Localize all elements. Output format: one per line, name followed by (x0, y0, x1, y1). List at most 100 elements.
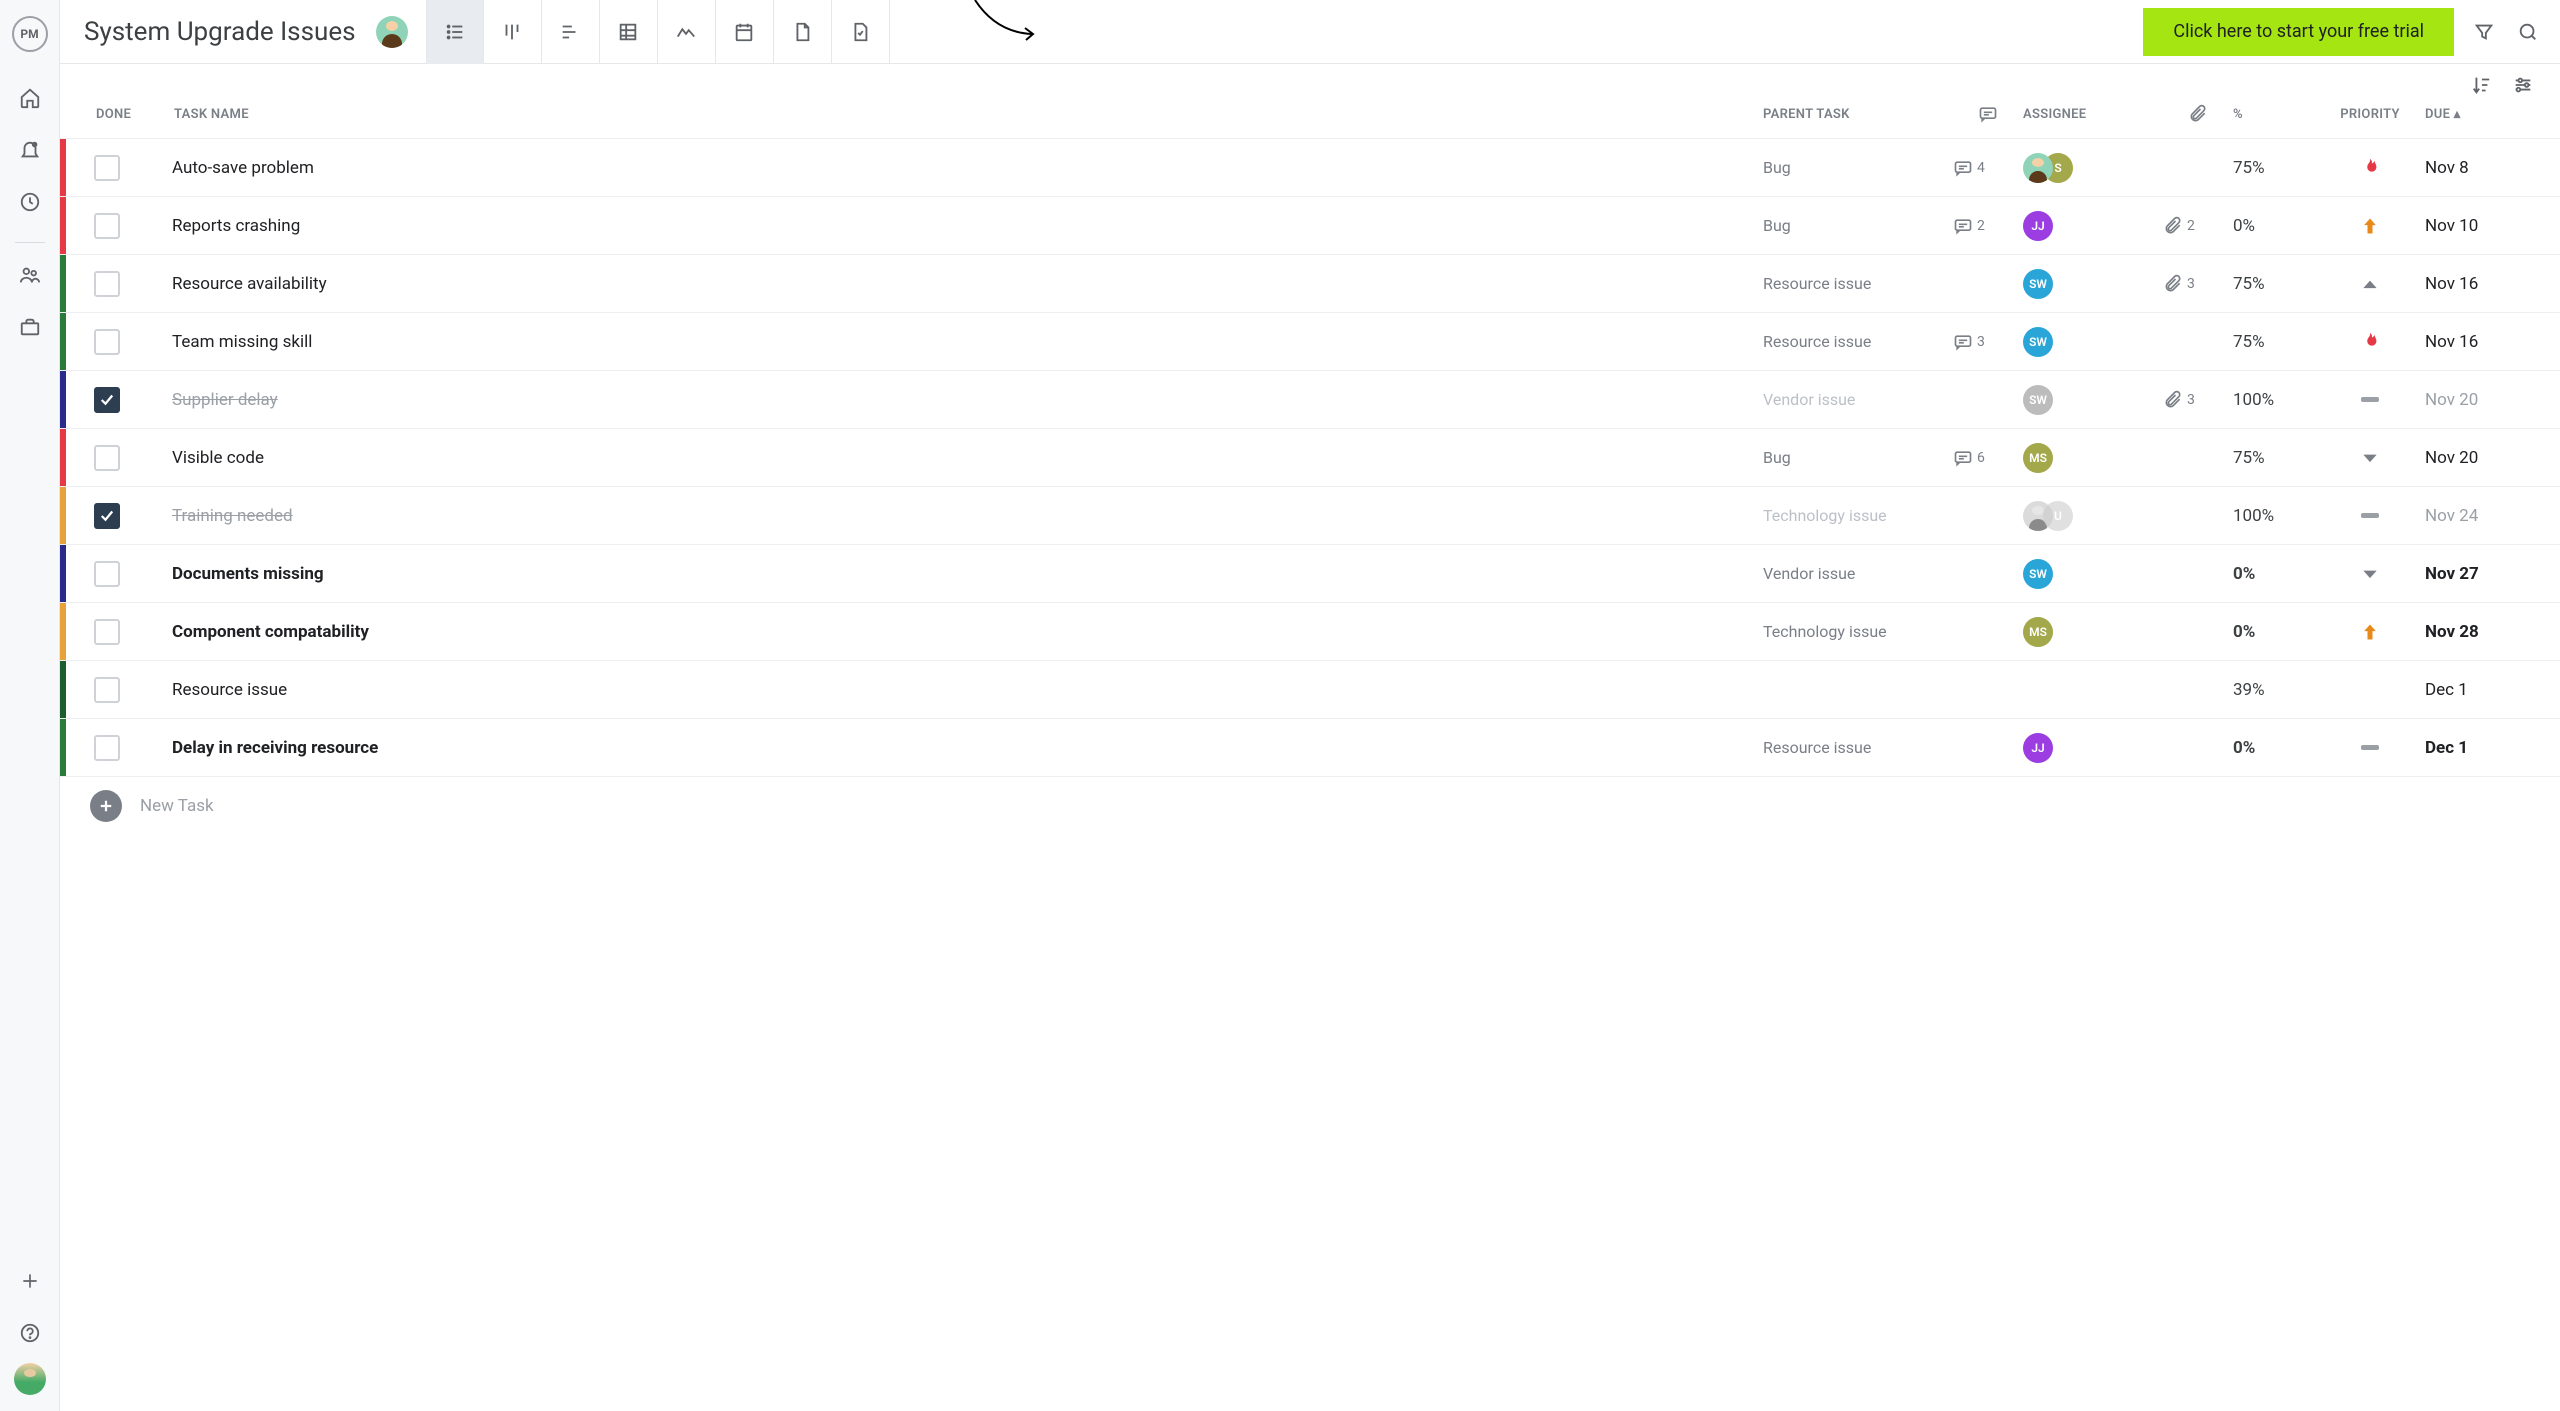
priority-cell[interactable] (2315, 448, 2425, 468)
done-checkbox[interactable] (94, 619, 120, 645)
done-checkbox[interactable] (94, 213, 120, 239)
table-row[interactable]: Visible codeBug6MS75%Nov 20 (60, 429, 2560, 487)
attachments-cell[interactable]: 2 (2163, 216, 2233, 236)
done-checkbox[interactable] (94, 329, 120, 355)
due-cell[interactable]: Nov 24 (2425, 506, 2560, 526)
view-tab-gantt[interactable] (542, 0, 600, 64)
due-cell[interactable]: Nov 27 (2425, 564, 2560, 584)
task-name[interactable]: Component compatability (152, 622, 1763, 642)
avatar[interactable]: JJ (2023, 733, 2053, 763)
task-name[interactable]: Auto-save problem (152, 158, 1763, 178)
sort-icon[interactable] (2466, 70, 2496, 100)
task-name[interactable]: Delay in receiving resource (152, 738, 1763, 758)
percent-cell[interactable]: 0% (2233, 622, 2315, 642)
percent-cell[interactable]: 75% (2233, 158, 2315, 178)
col-header-priority[interactable]: PRIORITY (2315, 107, 2425, 122)
attachments-cell[interactable]: 3 (2163, 274, 2233, 294)
parent-task[interactable]: Bug (1763, 216, 1953, 235)
project-owner-avatar[interactable] (376, 16, 408, 48)
col-header-name[interactable]: TASK NAME (154, 107, 1763, 122)
done-checkbox[interactable] (94, 387, 120, 413)
view-tab-sheet[interactable] (600, 0, 658, 64)
table-row[interactable]: Documents missingVendor issueSW0%Nov 27 (60, 545, 2560, 603)
percent-cell[interactable]: 39% (2233, 680, 2315, 700)
done-checkbox[interactable] (94, 155, 120, 181)
assignee-cell[interactable]: SW (2023, 327, 2163, 357)
priority-cell[interactable] (2315, 216, 2425, 236)
recent-icon[interactable] (8, 180, 52, 224)
percent-cell[interactable]: 75% (2233, 332, 2315, 352)
parent-task[interactable]: Bug (1763, 448, 1953, 467)
avatar[interactable]: SW (2023, 269, 2053, 299)
view-tab-calendar[interactable] (716, 0, 774, 64)
percent-cell[interactable]: 75% (2233, 274, 2315, 294)
percent-cell[interactable]: 0% (2233, 564, 2315, 584)
priority-cell[interactable] (2315, 622, 2425, 642)
parent-task[interactable]: Technology issue (1763, 506, 1953, 525)
view-tab-board[interactable] (484, 0, 542, 64)
priority-cell[interactable] (2315, 745, 2425, 750)
parent-task[interactable]: Vendor issue (1763, 390, 1953, 409)
comments-cell[interactable]: 2 (1953, 216, 2023, 236)
parent-task[interactable]: Resource issue (1763, 738, 1953, 757)
table-row[interactable]: Resource availabilityResource issue SW 375… (60, 255, 2560, 313)
avatar[interactable]: U (2043, 501, 2073, 531)
help-icon[interactable] (8, 1311, 52, 1355)
assignee-cell[interactable]: JJ (2023, 211, 2163, 241)
due-cell[interactable]: Nov 16 (2425, 332, 2560, 352)
avatar[interactable] (2023, 153, 2053, 183)
search-icon[interactable] (2506, 10, 2550, 54)
due-cell[interactable]: Nov 10 (2425, 216, 2560, 236)
parent-task[interactable]: Vendor issue (1763, 564, 1953, 583)
avatar[interactable]: SW (2023, 559, 2053, 589)
task-name[interactable]: Resource issue (152, 680, 1763, 700)
due-cell[interactable]: Dec 1 (2425, 738, 2560, 758)
settings-sliders-icon[interactable] (2508, 70, 2538, 100)
parent-task[interactable]: Resource issue (1763, 274, 1953, 293)
priority-cell[interactable] (2315, 331, 2425, 353)
table-row[interactable]: Delay in receiving resourceResource issu… (60, 719, 2560, 777)
view-tab-reports[interactable] (832, 0, 890, 64)
table-row[interactable]: Auto-save problemBug4S75%Nov 8 (60, 139, 2560, 197)
parent-task[interactable]: Resource issue (1763, 332, 1953, 351)
table-row[interactable]: Resource issue39%Dec 1 (60, 661, 2560, 719)
view-tab-list[interactable] (426, 0, 484, 64)
percent-cell[interactable]: 0% (2233, 216, 2315, 236)
priority-cell[interactable] (2315, 513, 2425, 518)
task-name[interactable]: Resource availability (152, 274, 1763, 294)
table-row[interactable]: Component compatabilityTechnology issueM… (60, 603, 2560, 661)
percent-cell[interactable]: 100% (2233, 506, 2315, 526)
comments-cell[interactable]: 4 (1953, 158, 2023, 178)
table-row[interactable]: Training neededTechnology issue U 100% Nov … (60, 487, 2560, 545)
task-name[interactable]: Visible code (152, 448, 1763, 468)
portfolio-icon[interactable] (8, 305, 52, 349)
due-cell[interactable]: Nov 16 (2425, 274, 2560, 294)
comments-cell[interactable]: 6 (1953, 448, 2023, 468)
view-tab-files[interactable] (774, 0, 832, 64)
col-header-attachments[interactable] (2163, 104, 2233, 124)
attachments-cell[interactable]: 3 (2163, 390, 2233, 410)
assignee-cell[interactable]: U (2023, 501, 2163, 531)
done-checkbox[interactable] (94, 271, 120, 297)
table-row[interactable]: Supplier delayVendor issueSW3100%Nov 20 (60, 371, 2560, 429)
due-cell[interactable]: Nov 8 (2425, 158, 2560, 178)
table-row[interactable]: Reports crashingBug2JJ20%Nov 10 (60, 197, 2560, 255)
avatar[interactable]: MS (2023, 443, 2053, 473)
priority-cell[interactable] (2315, 397, 2425, 402)
task-name[interactable]: Training needed (152, 506, 1763, 526)
app-logo[interactable]: PM (12, 16, 48, 52)
priority-cell[interactable] (2315, 274, 2425, 294)
assignee-cell[interactable]: SW (2023, 559, 2163, 589)
team-icon[interactable] (8, 253, 52, 297)
col-header-done[interactable]: DONE (68, 107, 154, 122)
assignee-cell[interactable]: MS (2023, 617, 2163, 647)
user-avatar[interactable] (14, 1363, 46, 1395)
parent-task[interactable]: Bug (1763, 158, 1953, 177)
done-checkbox[interactable] (94, 445, 120, 471)
assignee-cell[interactable]: MS (2023, 443, 2163, 473)
task-name[interactable]: Team missing skill (152, 332, 1763, 352)
add-icon[interactable] (8, 1259, 52, 1303)
col-header-percent[interactable]: % (2233, 107, 2315, 122)
percent-cell[interactable]: 100% (2233, 390, 2315, 410)
due-cell[interactable]: Nov 20 (2425, 448, 2560, 468)
